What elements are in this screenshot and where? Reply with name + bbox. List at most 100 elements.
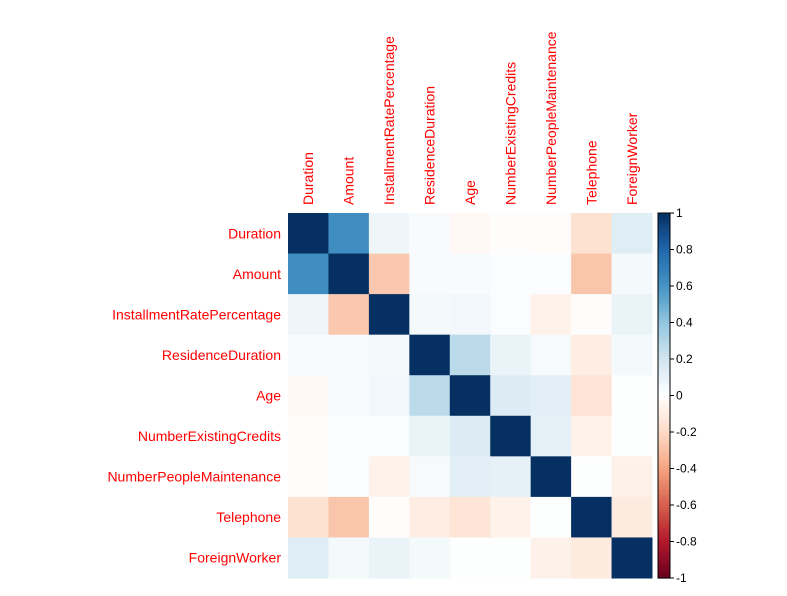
heatmap-cell [530,213,572,255]
heatmap-cell [571,213,613,255]
colorbar-segment [658,333,670,338]
colorbar-segment [658,307,670,313]
heatmap-cell [328,496,370,538]
colorbar-segment [658,446,670,451]
heatmap-cell [611,375,653,417]
colorbar-segment [658,439,670,444]
colorbar-segment [658,238,670,243]
colorbar-segment [658,311,670,316]
heatmap-cell [328,375,370,417]
heatmap-cell [530,496,572,538]
colorbar-segment [658,519,670,524]
heatmap-cell [328,213,370,255]
heatmap-cell [449,253,491,295]
heatmap-cell [368,415,410,457]
heatmap-cell [449,537,491,579]
colorbar-tick-label: -0.4 [676,462,697,476]
colorbar-segment [658,501,670,506]
heatmap-cell [530,415,572,457]
correlation-plot: Duration Duration Amount Amount InstallmentR… [0,0,787,591]
heatmap-cell [571,294,613,336]
colorbar-segment [658,377,670,382]
colorbar-segment [658,475,670,481]
heatmap-cell [328,415,370,457]
colorbar-segment [658,220,670,225]
colorbar-segment [658,362,670,367]
colorbar-segment [658,545,670,550]
colorbar-segment [658,337,670,342]
heatmap-cell [571,415,613,457]
column-label: Duration [300,152,316,205]
colorbar-segment [658,304,670,309]
heatmap-cell [368,496,410,538]
colorbar-segment [658,508,670,513]
colorbar-segment [658,494,670,499]
heatmap-cell [571,456,613,498]
colorbar-segment [658,457,670,462]
heatmap-cell [611,253,653,295]
colorbar-segment [658,369,670,375]
heatmap-cell [409,334,451,376]
heatmap-cell [611,294,653,336]
colorbar-segment [658,264,670,269]
colorbar-segment [658,515,670,521]
colorbar-segment [658,526,670,532]
colorbar-segment [658,373,670,378]
colorbar-segment [658,282,670,287]
heatmap-cell [571,537,613,579]
colorbar-segment [658,289,670,294]
heatmap-cell [530,375,572,417]
colorbar-segment [658,351,670,356]
colorbar-segment [658,413,670,418]
column-label: ForeignWorker [624,112,640,205]
colorbar-segment [658,234,670,240]
heatmap-cell [328,253,370,295]
heatmap-cell [288,537,329,579]
colorbar-segment [658,556,670,561]
heatmap-cell [328,537,370,579]
heatmap-cell [530,253,572,295]
colorbar-segment [658,249,670,254]
colorbar-segment [658,523,670,528]
colorbar-segment [658,563,670,568]
heatmap-cell [449,456,491,498]
column-label: ResidenceDuration [422,86,438,205]
colorbar-segment [658,355,670,360]
heatmap-cell [409,253,451,295]
colorbar-segment [658,242,670,247]
heatmap-cell [449,294,491,336]
row-label: Age [256,388,281,404]
heatmap-cell [328,294,370,336]
colorbar-segment [658,223,670,229]
heatmap-cell [449,375,491,417]
colorbar-segment [658,453,670,459]
heatmap-cell [490,537,532,579]
column-label: NumberExistingCredits [502,62,518,205]
colorbar-segment [658,421,670,426]
colorbar-tick-label: -0.2 [676,425,697,439]
colorbar-segment [658,231,670,236]
colorbar-segment [658,329,670,335]
column-label: InstallmentRatePercentage [381,36,397,205]
colorbar-segment [658,483,670,488]
colorbar-tick-label: 0.4 [676,316,693,330]
colorbar-segment [658,348,670,353]
colorbar-segment [658,450,670,455]
colorbar-segment [658,395,670,400]
colorbar-segment [658,253,670,258]
heatmap-cell [409,294,451,336]
colorbar-segment [658,530,670,535]
heatmap-cell [328,334,370,376]
colorbar-tick-label: 1 [676,206,683,220]
colorbar-segment [658,541,670,546]
colorbar-segment [658,260,670,265]
heatmap-cell [409,537,451,579]
colorbar-segment [658,402,670,408]
colorbar-segment [658,399,670,404]
row-label: Duration [228,225,281,241]
colorbar-segment [658,326,670,331]
colorbar-segment [658,267,670,272]
row-label: ForeignWorker [189,550,282,566]
heatmap-cell [449,496,491,538]
heatmap-cell [409,456,451,498]
